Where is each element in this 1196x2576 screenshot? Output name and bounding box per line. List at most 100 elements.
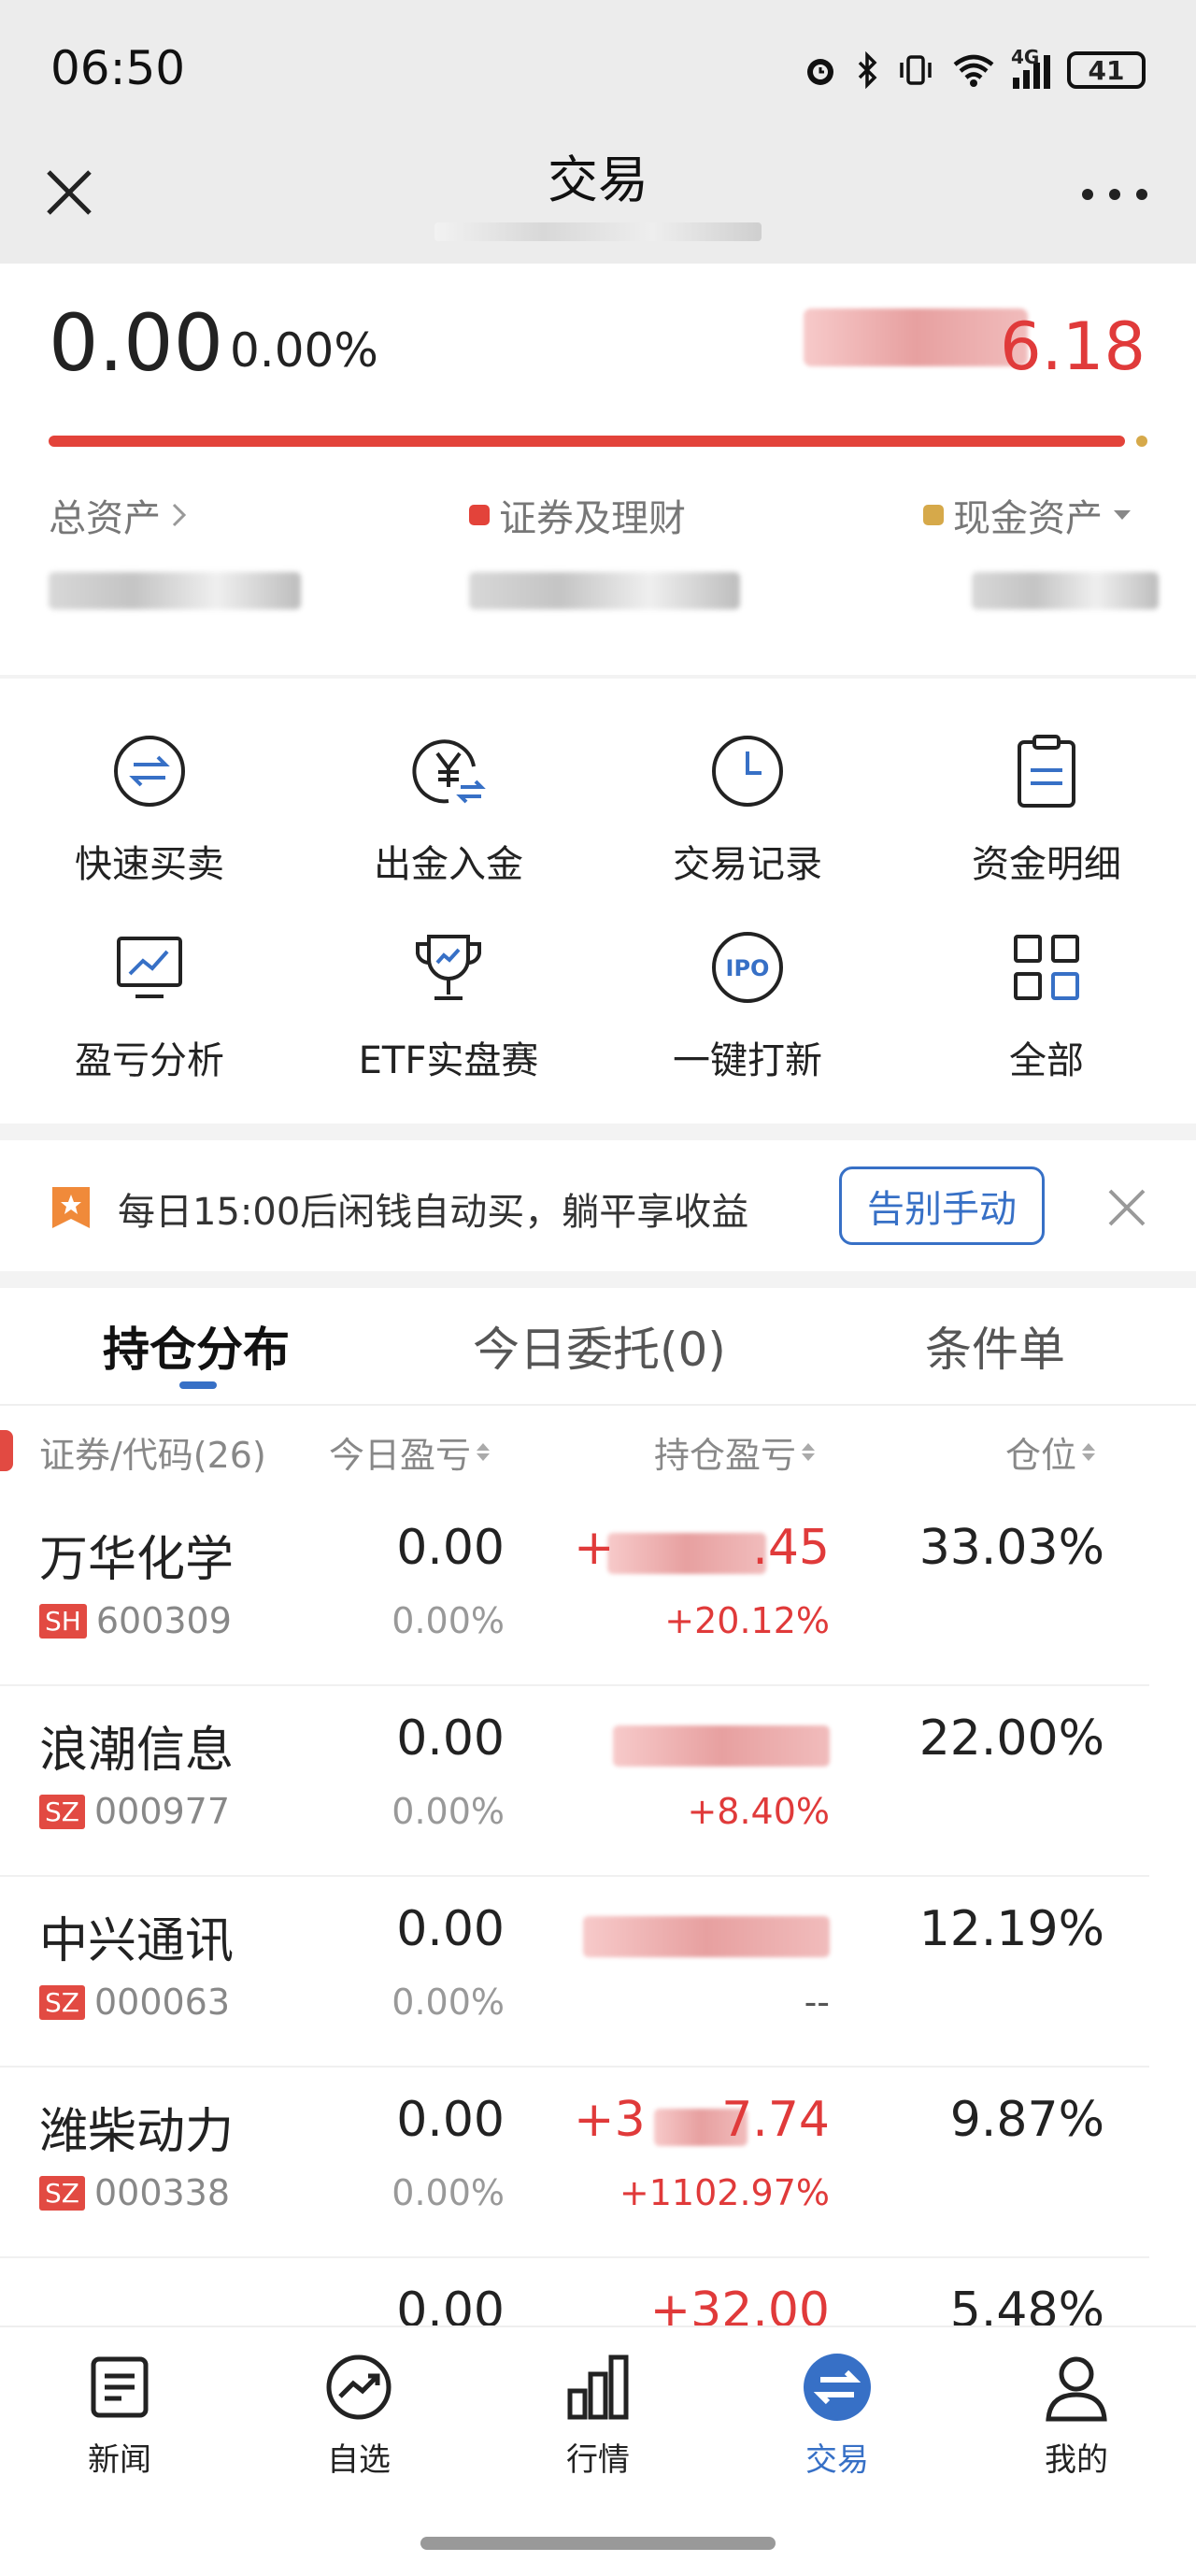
divider xyxy=(0,1123,1196,1140)
day-pnl-pct: 0.00% xyxy=(392,1600,505,1641)
day-pnl-pct: 0.00% xyxy=(392,1791,505,1832)
stock-market-code: SH 600309 xyxy=(39,1600,232,1641)
account-id-redacted xyxy=(434,222,762,241)
close-icon[interactable] xyxy=(1103,1183,1151,1232)
tool-fund-details[interactable]: 资金明细 xyxy=(897,729,1196,888)
column-hold-label: 持仓盈亏 xyxy=(654,1435,797,1476)
chevron-right-icon xyxy=(172,503,187,527)
securities-value-redacted xyxy=(469,572,740,609)
table-row[interactable]: 0.00 +32.00 5.48% xyxy=(0,2258,1196,2326)
column-day-pnl-sort[interactable]: 今日盈亏 xyxy=(329,1426,491,1478)
divider xyxy=(0,1271,1196,1288)
sort-icon xyxy=(1082,1443,1096,1461)
total-assets-redacted xyxy=(49,572,301,609)
securities-dot xyxy=(469,505,490,525)
market-tag: SH xyxy=(39,1603,87,1639)
news-icon xyxy=(91,2356,149,2418)
tab-holdings[interactable]: 持仓分布 xyxy=(103,1312,290,1380)
sort-icon xyxy=(477,1443,491,1461)
stock-name: 潍柴动力 xyxy=(39,2104,235,2160)
hold-pnl-pct: -- xyxy=(804,1982,830,2023)
nav-label: 行情 xyxy=(566,2441,630,2479)
tool-deposit-withdraw[interactable]: 出金入金 xyxy=(299,729,598,888)
exchange-icon xyxy=(804,2354,871,2421)
nav-market[interactable]: 行情 xyxy=(478,2348,718,2480)
trend-icon xyxy=(326,2354,392,2420)
column-security-label: 证券/代码(26) xyxy=(39,1435,266,1476)
tool-all[interactable]: 全部 xyxy=(897,925,1196,1084)
position-pct: 33.03% xyxy=(918,1520,1104,1576)
column-security: 证券/代码(26) xyxy=(39,1426,266,1478)
table-row[interactable]: 潍柴动力 SZ 000338 0.00 0.00% +3 7.74 +1102.9… xyxy=(0,2068,1196,2258)
position-pct: 5.48% xyxy=(949,2283,1104,2326)
shield-badge-icon xyxy=(0,1430,13,1471)
stock-market-code: SZ 000338 xyxy=(39,2172,230,2213)
more-icon[interactable] xyxy=(1082,183,1147,206)
day-pnl: 0.00 xyxy=(396,1710,505,1767)
nav-watchlist[interactable]: 自选 xyxy=(239,2348,478,2480)
tool-trade-history[interactable]: 交易记录 xyxy=(598,729,897,888)
stock-code: 000338 xyxy=(93,2172,231,2213)
hold-pnl-pct: +1102.97% xyxy=(619,2172,830,2213)
alarm-icon xyxy=(807,59,833,85)
cash-value-redacted xyxy=(972,572,1159,609)
day-pnl: 0.00 xyxy=(396,1520,505,1576)
tab-today-orders[interactable]: 今日委托(0) xyxy=(473,1312,726,1380)
swap-circle-icon xyxy=(114,736,185,807)
clock-icon xyxy=(712,736,783,807)
nav-me[interactable]: 我的 xyxy=(957,2348,1196,2480)
divider xyxy=(0,675,1196,679)
table-row[interactable]: 浪潮信息 SZ 000977 0.00 0.00% +8.40% 22.00% xyxy=(0,1686,1196,1877)
securities-legend: 证券及理财 xyxy=(469,488,686,542)
position-pct: 22.00% xyxy=(918,1710,1104,1767)
stock-code: 000063 xyxy=(93,1982,231,2023)
home-indicator[interactable] xyxy=(420,2537,776,2550)
status-icons: 4G 41 xyxy=(802,45,1146,95)
tab-conditional-orders[interactable]: 条件单 xyxy=(925,1312,1065,1380)
total-assets-link[interactable]: 总资产 xyxy=(49,488,189,542)
hold-pnl: .45 xyxy=(752,1520,830,1576)
tool-quick-trade[interactable]: 快速买卖 xyxy=(0,729,299,888)
hold-pnl-pct: +8.40% xyxy=(687,1791,830,1832)
position-pct: 12.19% xyxy=(918,1901,1104,1957)
tool-label: 交易记录 xyxy=(673,843,822,886)
active-tab-indicator xyxy=(179,1381,217,1389)
network-type: 4G xyxy=(1011,46,1040,68)
stock-name: 万华化学 xyxy=(39,1532,235,1588)
tool-etf-contest[interactable]: ETF实盘赛 xyxy=(299,925,598,1084)
tool-label: 出金入金 xyxy=(374,843,523,886)
wifi-icon xyxy=(953,54,994,87)
column-hold-pnl-sort[interactable]: 持仓盈亏 xyxy=(654,1426,816,1478)
hold-pnl: 7.74 xyxy=(721,2092,830,2148)
asset-ratio-bar xyxy=(49,436,1125,447)
tool-pnl-analysis[interactable]: 盈亏分析 xyxy=(0,925,299,1084)
battery-icon: 41 xyxy=(1067,51,1146,89)
cash-assets-dropdown[interactable]: 现金资产 xyxy=(923,488,1132,542)
tool-label: 盈亏分析 xyxy=(75,1039,224,1082)
tool-ipo[interactable]: IPO 一键打新 xyxy=(598,925,897,1084)
cash-ratio-dot xyxy=(1136,436,1147,447)
column-position-sort[interactable]: 仓位 xyxy=(1005,1426,1096,1478)
hold-pnl-prefix: +3 xyxy=(574,2092,646,2148)
day-pnl: 0.00 xyxy=(396,2092,505,2148)
market-tag: SZ xyxy=(39,2175,85,2211)
day-pnl-pct: 0.00% xyxy=(392,1982,505,2023)
day-pnl: 0.00 xyxy=(396,1901,505,1957)
banner-action-button[interactable]: 告别手动 xyxy=(839,1166,1045,1245)
tool-label: 快速买卖 xyxy=(75,843,224,886)
column-position-label: 仓位 xyxy=(1005,1435,1077,1476)
trophy-icon xyxy=(416,935,481,1000)
nav-news[interactable]: 新闻 xyxy=(0,2348,239,2480)
bluetooth-icon xyxy=(858,51,877,89)
page-title: 交易 xyxy=(548,150,648,209)
total-assets-label: 总资产 xyxy=(49,497,161,540)
holding-pnl-value: 6.18 xyxy=(1000,308,1146,385)
holding-pnl-redacted xyxy=(804,308,1028,366)
table-row[interactable]: 中兴通讯 SZ 000063 0.00 0.00% -- 12.19% xyxy=(0,1877,1196,2068)
nav-trade[interactable]: 交易 xyxy=(718,2348,957,2480)
hold-pnl-pct: +20.12% xyxy=(664,1600,830,1641)
table-row[interactable]: 万华化学 SH 600309 0.00 0.00% + .45 +20.12% 3… xyxy=(0,1496,1196,1686)
day-pnl-pct: 0.00% xyxy=(392,2172,505,2213)
stock-market-code: SZ 000977 xyxy=(39,1791,230,1832)
market-tag: SZ xyxy=(39,1794,85,1829)
